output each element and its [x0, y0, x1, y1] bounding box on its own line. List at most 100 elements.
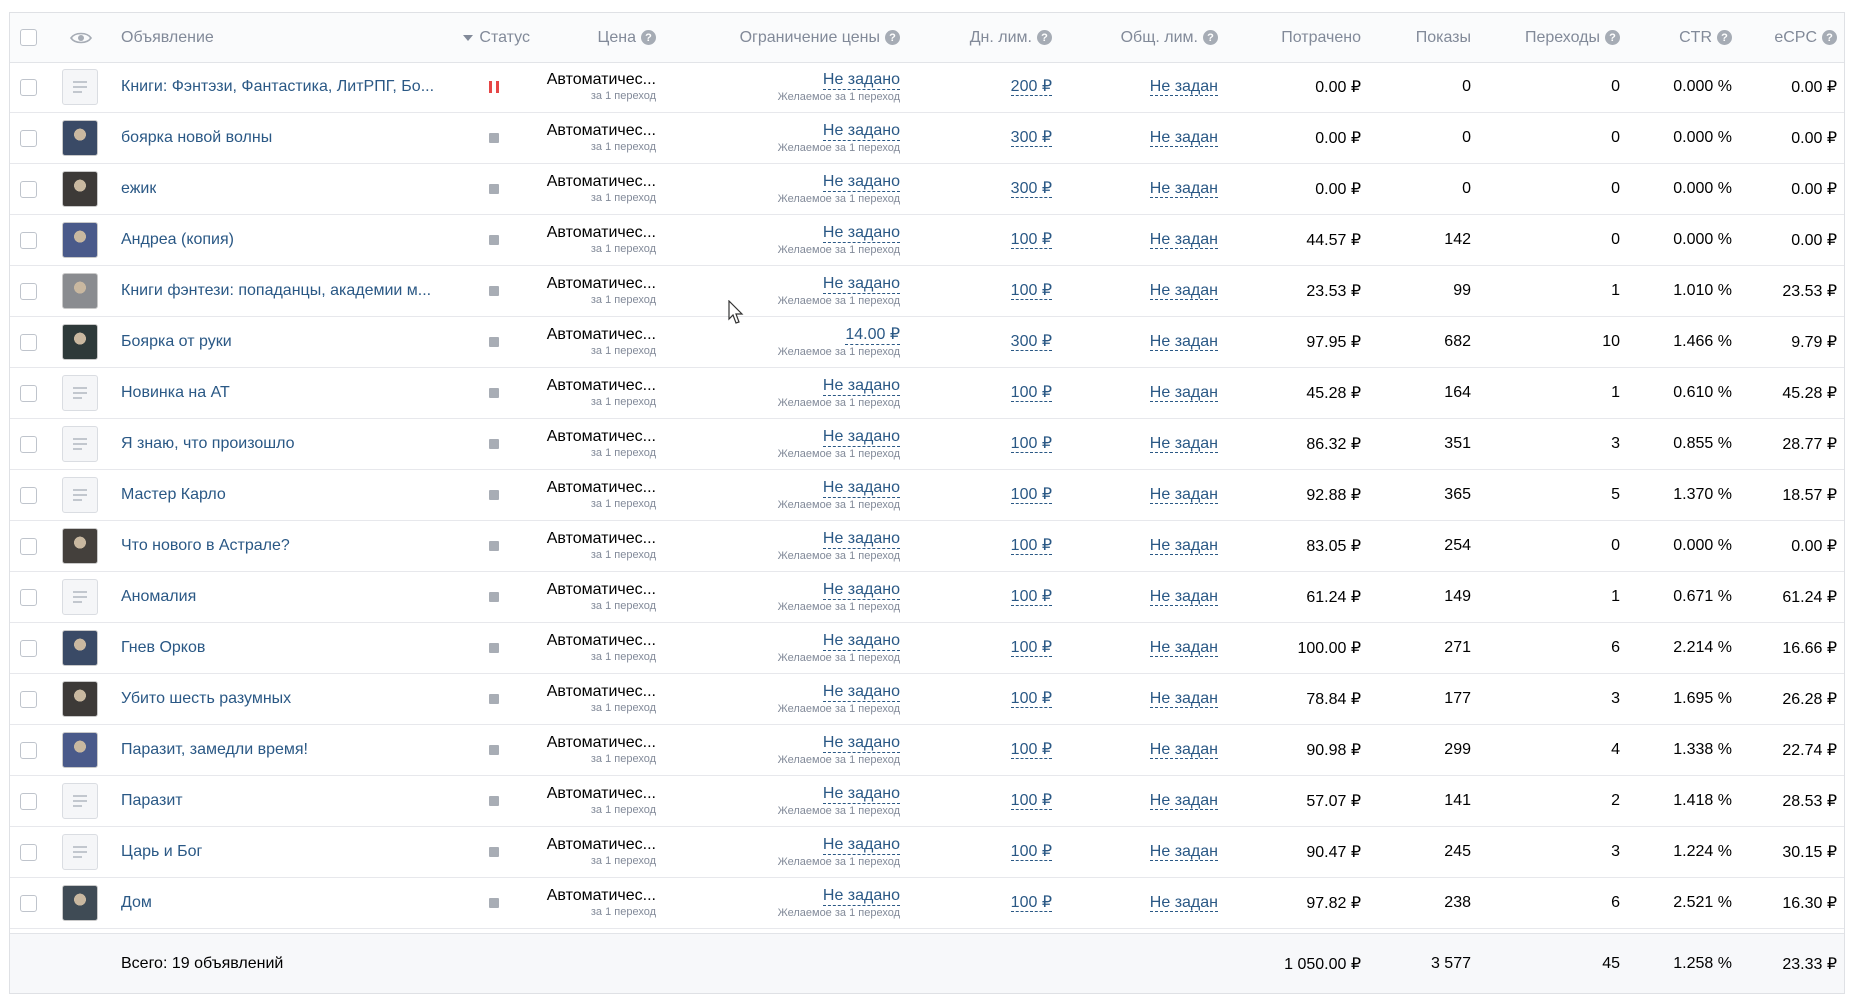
col-daily-limit[interactable]: Дн. лим. ?	[910, 13, 1052, 62]
ad-thumbnail-placeholder[interactable]	[62, 579, 98, 615]
ad-thumbnail[interactable]	[62, 528, 98, 564]
price-cell[interactable]: Автоматичес... за 1 переход	[530, 113, 656, 163]
price-limit-link[interactable]: 14.00 ₽	[845, 326, 900, 345]
col-total-limit[interactable]: Общ. лим. ?	[1060, 13, 1218, 62]
total-limit-link[interactable]: Не задан	[1149, 639, 1218, 657]
price-limit-link[interactable]: Не задано	[822, 377, 900, 396]
total-limit-link[interactable]: Не задан	[1149, 690, 1218, 708]
price-cell[interactable]: Автоматичес... за 1 переход	[530, 215, 656, 265]
daily-limit-link[interactable]: 200 ₽	[1010, 78, 1052, 96]
price-cell[interactable]: Автоматичес... за 1 переход	[530, 368, 656, 418]
row-checkbox[interactable]	[20, 537, 37, 555]
ad-name-link[interactable]: Царь и Бог	[121, 843, 202, 861]
price-limit-link[interactable]: Не задано	[822, 530, 900, 549]
daily-limit-link[interactable]: 300 ₽	[1010, 333, 1052, 351]
ad-name-link[interactable]: ежик	[121, 180, 156, 198]
price-limit-link[interactable]: Не задано	[822, 479, 900, 498]
daily-limit-link[interactable]: 100 ₽	[1010, 843, 1052, 861]
price-cell[interactable]: Автоматичес... за 1 переход	[530, 776, 656, 826]
stop-icon[interactable]	[489, 847, 499, 857]
total-limit-link[interactable]: Не задан	[1149, 78, 1218, 96]
stop-icon[interactable]	[489, 796, 499, 806]
total-limit-link[interactable]: Не задан	[1149, 384, 1218, 402]
ad-thumbnail[interactable]	[62, 885, 98, 921]
total-limit-link[interactable]: Не задан	[1149, 333, 1218, 351]
ad-name-link[interactable]: Боярка от руки	[121, 333, 232, 351]
price-limit-link[interactable]: Не задано	[822, 785, 900, 804]
daily-limit-link[interactable]: 100 ₽	[1010, 231, 1052, 249]
price-cell[interactable]: Автоматичес... за 1 переход	[530, 827, 656, 877]
ad-thumbnail-placeholder[interactable]	[62, 375, 98, 411]
daily-limit-link[interactable]: 100 ₽	[1010, 282, 1052, 300]
ad-thumbnail[interactable]	[62, 273, 98, 309]
price-limit-link[interactable]: Не задано	[822, 632, 900, 651]
col-ad[interactable]: Объявление	[121, 13, 321, 62]
row-checkbox[interactable]	[20, 792, 37, 810]
ad-name-link[interactable]: Паразит, замедли время!	[121, 741, 308, 759]
help-icon[interactable]: ?	[641, 30, 656, 45]
price-cell[interactable]: Автоматичес... за 1 переход	[530, 572, 656, 622]
ad-thumbnail-placeholder[interactable]	[62, 834, 98, 870]
row-checkbox[interactable]	[20, 741, 37, 759]
price-limit-link[interactable]: Не задано	[822, 428, 900, 447]
row-checkbox[interactable]	[20, 894, 37, 912]
ad-name-link[interactable]: Мастер Карло	[121, 486, 226, 504]
stop-icon[interactable]	[489, 643, 499, 653]
stop-icon[interactable]	[489, 184, 499, 194]
total-limit-link[interactable]: Не задан	[1149, 843, 1218, 861]
daily-limit-link[interactable]: 100 ₽	[1010, 384, 1052, 402]
row-checkbox[interactable]	[20, 435, 37, 453]
ad-name-link[interactable]: Аномалия	[121, 588, 196, 606]
daily-limit-link[interactable]: 300 ₽	[1010, 129, 1052, 147]
total-limit-link[interactable]: Не задан	[1149, 486, 1218, 504]
price-limit-link[interactable]: Не задано	[822, 683, 900, 702]
price-cell[interactable]: Автоматичес... за 1 переход	[530, 470, 656, 520]
col-price[interactable]: Цена ?	[530, 13, 656, 62]
row-checkbox[interactable]	[20, 843, 37, 861]
col-clicks[interactable]: Переходы ?	[1480, 13, 1620, 62]
stop-icon[interactable]	[489, 745, 499, 755]
help-icon[interactable]: ?	[1605, 30, 1620, 45]
ad-thumbnail-placeholder[interactable]	[62, 69, 98, 105]
price-limit-link[interactable]: Не задано	[822, 275, 900, 294]
stop-icon[interactable]	[489, 286, 499, 296]
price-limit-link[interactable]: Не задано	[822, 71, 900, 90]
ad-name-link[interactable]: Дом	[121, 894, 152, 912]
ad-thumbnail[interactable]	[62, 120, 98, 156]
stop-icon[interactable]	[489, 235, 499, 245]
row-checkbox[interactable]	[20, 333, 37, 351]
stop-icon[interactable]	[489, 490, 499, 500]
price-cell[interactable]: Автоматичес... за 1 переход	[530, 521, 656, 571]
price-limit-link[interactable]: Не задано	[822, 734, 900, 753]
stop-icon[interactable]	[489, 898, 499, 908]
price-limit-link[interactable]: Не задано	[822, 224, 900, 243]
daily-limit-link[interactable]: 100 ₽	[1010, 639, 1052, 657]
select-all-checkbox[interactable]	[20, 29, 37, 46]
col-price-limit[interactable]: Ограничение цены ?	[670, 13, 900, 62]
row-checkbox[interactable]	[20, 690, 37, 708]
ad-thumbnail[interactable]	[62, 324, 98, 360]
row-checkbox[interactable]	[20, 384, 37, 402]
stop-icon[interactable]	[489, 592, 499, 602]
price-cell[interactable]: Автоматичес... за 1 переход	[530, 317, 656, 367]
daily-limit-link[interactable]: 100 ₽	[1010, 588, 1052, 606]
ad-name-link[interactable]: Убито шесть разумных	[121, 690, 291, 708]
price-cell[interactable]: Автоматичес... за 1 переход	[530, 419, 656, 469]
total-limit-link[interactable]: Не задан	[1149, 588, 1218, 606]
total-limit-link[interactable]: Не задан	[1149, 741, 1218, 759]
ad-thumbnail[interactable]	[62, 681, 98, 717]
total-limit-link[interactable]: Не задан	[1149, 435, 1218, 453]
total-limit-link[interactable]: Не задан	[1149, 894, 1218, 912]
ad-thumbnail[interactable]	[62, 732, 98, 768]
price-cell[interactable]: Автоматичес... за 1 переход	[530, 266, 656, 316]
ad-name-link[interactable]: Книги: Фэнтэзи, Фантастика, ЛитРПГ, Бо..…	[121, 78, 434, 96]
help-icon[interactable]: ?	[1037, 30, 1052, 45]
col-ecpc[interactable]: eCPC ?	[1740, 13, 1837, 62]
stop-icon[interactable]	[489, 388, 499, 398]
stop-icon[interactable]	[489, 694, 499, 704]
stop-icon[interactable]	[489, 337, 499, 347]
row-checkbox[interactable]	[20, 282, 37, 300]
eye-icon[interactable]	[70, 31, 92, 45]
daily-limit-link[interactable]: 300 ₽	[1010, 180, 1052, 198]
price-limit-link[interactable]: Не задано	[822, 173, 900, 192]
